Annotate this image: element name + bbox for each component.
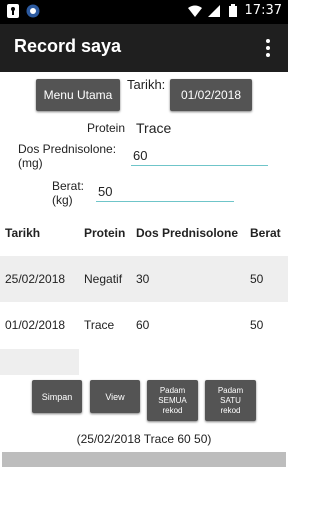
- table-row[interactable]: 25/02/2018 Negatif 30 50: [0, 256, 288, 302]
- simpan-button[interactable]: Simpan: [32, 380, 82, 413]
- signal-icon: [207, 4, 221, 18]
- header-berat: Berat: [250, 226, 281, 240]
- clock: 17:37: [244, 3, 282, 18]
- menu-utama-button[interactable]: Menu Utama: [36, 79, 120, 111]
- padam-satu-line1: Padam: [217, 385, 244, 395]
- padam-satu-rekod-button[interactable]: Padam SATU rekod: [205, 380, 256, 421]
- bottom-bar: [2, 452, 286, 467]
- battery-icon: [226, 4, 240, 18]
- cell-dos: 60: [136, 318, 150, 332]
- padam-semua-rekod-button[interactable]: Padam SEMUA rekod: [147, 380, 198, 421]
- app-bar: Record saya: [0, 24, 288, 72]
- keyhole-icon: [6, 4, 20, 18]
- selected-record-text: (25/02/2018 Trace 60 50): [76, 432, 212, 446]
- status-bar: 17:37: [0, 0, 288, 24]
- berat-label-line1: Berat:: [52, 179, 85, 193]
- dos-prednisolone-input[interactable]: 60: [131, 148, 268, 166]
- padam-satu-line2: SATU: [220, 395, 241, 405]
- dos-label-line2: (mg): [18, 156, 43, 170]
- cell-protein: Trace: [84, 318, 115, 332]
- protein-value[interactable]: Trace: [136, 120, 171, 136]
- cell-berat: 50: [250, 318, 264, 332]
- padam-semua-line1: Padam: [159, 385, 186, 395]
- table-row[interactable]: 01/02/2018 Trace 60 50: [0, 302, 288, 348]
- berat-label: Berat: (kg): [52, 179, 84, 207]
- berat-input[interactable]: 50: [96, 184, 234, 202]
- cell-tarikh: 25/02/2018: [5, 272, 66, 286]
- tarikh-label: Tarikh:: [127, 77, 166, 92]
- cell-tarikh: 01/02/2018: [5, 318, 66, 332]
- padam-semua-line3: rekod: [162, 405, 183, 415]
- cell-berat: 50: [250, 272, 264, 286]
- header-protein: Protein: [84, 226, 126, 240]
- dos-prednisolone-label: Dos Prednisolone: (mg): [18, 142, 116, 170]
- empty-row-placeholder: [0, 349, 79, 375]
- cell-protein: Negatif: [84, 272, 123, 286]
- table-header-row: Tarikh Protein Dos Prednisolone Berat: [0, 214, 288, 252]
- header-dos-prednisolone: Dos Prednisolone: [136, 226, 239, 240]
- date-picker-button[interactable]: 01/02/2018: [170, 79, 252, 111]
- overflow-menu-icon[interactable]: [258, 38, 278, 58]
- protein-label: Protein: [87, 121, 126, 135]
- page-title: Record saya: [14, 36, 122, 56]
- berat-label-line2: (kg): [52, 193, 73, 207]
- padam-satu-line3: rekod: [220, 405, 241, 415]
- dos-label-line1: Dos Prednisolone:: [18, 142, 117, 156]
- padam-semua-line2: SEMUA: [158, 395, 187, 405]
- records-table: Tarikh Protein Dos Prednisolone Berat 25…: [0, 214, 288, 348]
- header-tarikh: Tarikh: [5, 226, 41, 240]
- view-button[interactable]: View: [90, 380, 140, 413]
- cell-dos: 30: [136, 272, 150, 286]
- wifi-icon: [187, 4, 202, 18]
- app-icon: [26, 4, 40, 18]
